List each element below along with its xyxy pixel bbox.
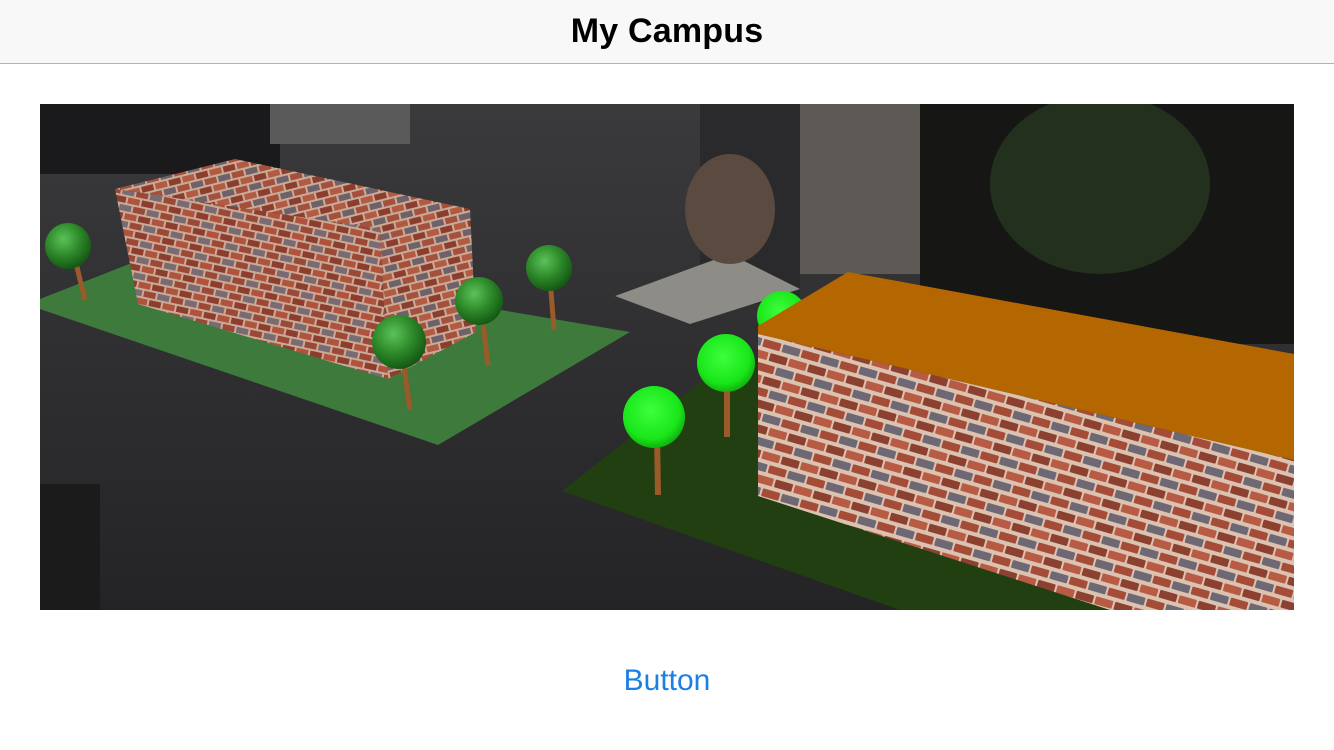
background-wall [800,104,920,274]
nav-title: My Campus [570,12,764,50]
background-chair [685,154,775,264]
ar-scene-canvas[interactable] [40,104,1294,610]
navigation-bar: My Campus [0,0,1334,64]
background-corner [40,484,100,610]
primary-button[interactable]: Button [567,656,767,706]
ar-scene-view[interactable] [40,104,1294,610]
background-window [270,104,410,144]
